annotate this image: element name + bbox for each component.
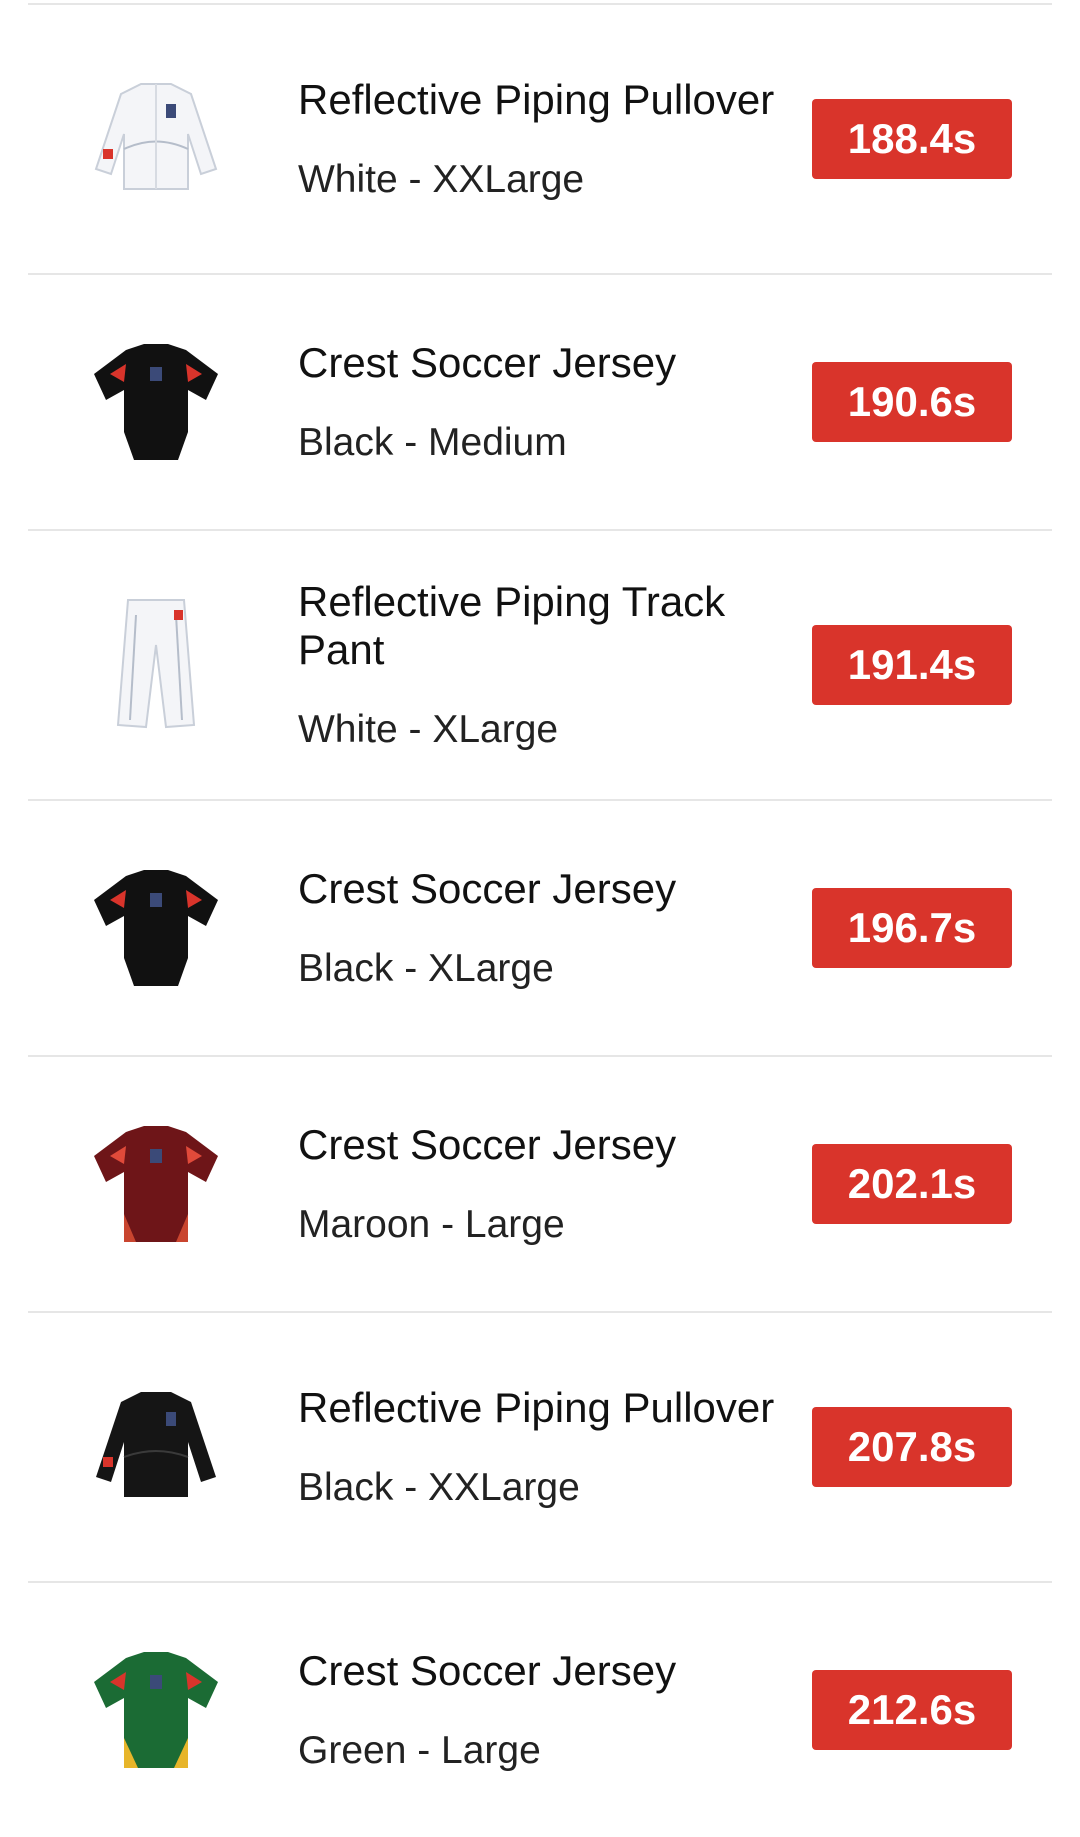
- list-item[interactable]: Crest Soccer Jersey Black - XLarge 196.7…: [28, 801, 1052, 1057]
- jersey-black-icon: [66, 312, 246, 492]
- time-badge: 207.8s: [812, 1407, 1012, 1487]
- list-item[interactable]: Reflective Piping Pullover White - XXLar…: [28, 5, 1052, 275]
- product-variant: Black - XLarge: [298, 947, 554, 990]
- time-badge: 188.4s: [812, 99, 1012, 179]
- product-variant: White - XXLarge: [298, 158, 585, 201]
- product-name: Crest Soccer Jersey: [298, 339, 677, 386]
- time-badge: 202.1s: [812, 1144, 1012, 1224]
- time-badge: 190.6s: [812, 362, 1012, 442]
- product-name: Reflective Piping Pullover: [298, 1384, 775, 1431]
- time-badge: 196.7s: [812, 888, 1012, 968]
- product-list: Reflective Piping Pullover White - XXLar…: [0, 5, 1080, 1837]
- product-variant: White - XLarge: [298, 708, 559, 751]
- product-variant: Green - Large: [298, 1729, 541, 1772]
- jersey-maroon-icon: [66, 1094, 246, 1274]
- jersey-green-icon: [66, 1620, 246, 1800]
- jersey-black-icon: [66, 838, 246, 1018]
- list-item[interactable]: Crest Soccer Jersey Maroon - Large 202.1…: [28, 1057, 1052, 1313]
- product-variant: Black - XXLarge: [298, 1466, 580, 1509]
- product-name: Reflective Piping Track Pant: [298, 578, 726, 673]
- product-name: Crest Soccer Jersey: [298, 865, 677, 912]
- list-item[interactable]: Crest Soccer Jersey Black - Medium 190.6…: [28, 275, 1052, 531]
- track-pant-white-icon: [66, 575, 246, 755]
- pullover-white-icon: [66, 49, 246, 229]
- list-item[interactable]: Reflective Piping Pullover Black - XXLar…: [28, 1313, 1052, 1583]
- pullover-black-icon: [66, 1357, 246, 1537]
- product-name: Crest Soccer Jersey: [298, 1647, 677, 1694]
- product-variant: Maroon - Large: [298, 1203, 565, 1246]
- product-name: Reflective Piping Pullover: [298, 76, 775, 123]
- time-badge: 212.6s: [812, 1670, 1012, 1750]
- product-variant: Black - Medium: [298, 421, 567, 464]
- list-item[interactable]: Reflective Piping Track Pant White - XLa…: [28, 531, 1052, 801]
- list-item[interactable]: Crest Soccer Jersey Green - Large 212.6s: [28, 1583, 1052, 1837]
- product-name: Crest Soccer Jersey: [298, 1121, 677, 1168]
- time-badge: 191.4s: [812, 625, 1012, 705]
